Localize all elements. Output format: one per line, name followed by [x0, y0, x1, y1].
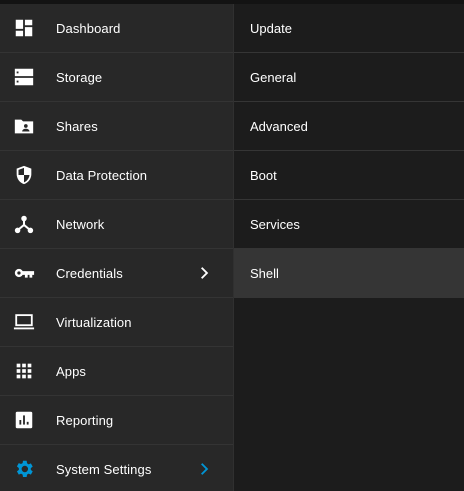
- submenu-item-label: Shell: [250, 265, 279, 281]
- sidebar-item-data-protection[interactable]: Data Protection: [0, 151, 233, 200]
- sidebar-item-label: Apps: [56, 363, 87, 379]
- sidebar-item-storage[interactable]: Storage: [0, 53, 233, 102]
- chevron-right-icon: [197, 462, 211, 476]
- app-root: Dashboard Storage Shares Data Protection: [0, 0, 464, 491]
- sidebar-item-label: Network: [56, 216, 105, 232]
- sidebar-item-label: Credentials: [56, 265, 123, 281]
- sidebar-item-label: Dashboard: [56, 20, 121, 36]
- sidebar-item-dashboard[interactable]: Dashboard: [0, 4, 233, 53]
- submenu-item-update[interactable]: Update: [234, 4, 464, 53]
- bar-chart-icon: [13, 409, 35, 431]
- apps-grid-icon: [13, 360, 35, 382]
- chevron-right-icon: [197, 266, 211, 280]
- laptop-icon: [13, 311, 35, 333]
- submenu-item-general[interactable]: General: [234, 53, 464, 102]
- sidebar-item-reporting[interactable]: Reporting: [0, 396, 233, 445]
- submenu-item-advanced[interactable]: Advanced: [234, 102, 464, 151]
- sidebar-item-label: System Settings: [56, 461, 152, 477]
- storage-icon: [13, 66, 35, 88]
- system-settings-submenu: Update General Advanced Boot Services Sh…: [234, 4, 464, 491]
- submenu-item-boot[interactable]: Boot: [234, 151, 464, 200]
- submenu-item-services[interactable]: Services: [234, 200, 464, 249]
- sidebar-item-label: Data Protection: [56, 167, 148, 183]
- sidebar-item-apps[interactable]: Apps: [0, 347, 233, 396]
- dashboard-icon: [13, 17, 35, 39]
- sidebar-item-label: Storage: [56, 69, 103, 85]
- shield-icon: [13, 164, 35, 186]
- submenu-item-label: Boot: [250, 167, 277, 183]
- key-icon: [13, 262, 35, 284]
- sidebar: Dashboard Storage Shares Data Protection: [0, 4, 234, 491]
- submenu-item-label: Services: [250, 216, 300, 232]
- sidebar-item-credentials[interactable]: Credentials: [0, 249, 233, 298]
- sidebar-item-system-settings[interactable]: System Settings: [0, 445, 233, 491]
- sidebar-item-virtualization[interactable]: Virtualization: [0, 298, 233, 347]
- sidebar-item-shares[interactable]: Shares: [0, 102, 233, 151]
- submenu-item-label: General: [250, 69, 297, 85]
- shares-folder-icon: [13, 115, 35, 137]
- network-icon: [13, 213, 35, 235]
- submenu-item-label: Advanced: [250, 118, 308, 134]
- sidebar-item-label: Reporting: [56, 412, 114, 428]
- sidebar-item-label: Shares: [56, 118, 98, 134]
- sidebar-item-label: Virtualization: [56, 314, 132, 330]
- sidebar-item-network[interactable]: Network: [0, 200, 233, 249]
- gear-icon: [13, 458, 35, 480]
- submenu-item-label: Update: [250, 20, 292, 36]
- submenu-item-shell[interactable]: Shell: [234, 249, 464, 298]
